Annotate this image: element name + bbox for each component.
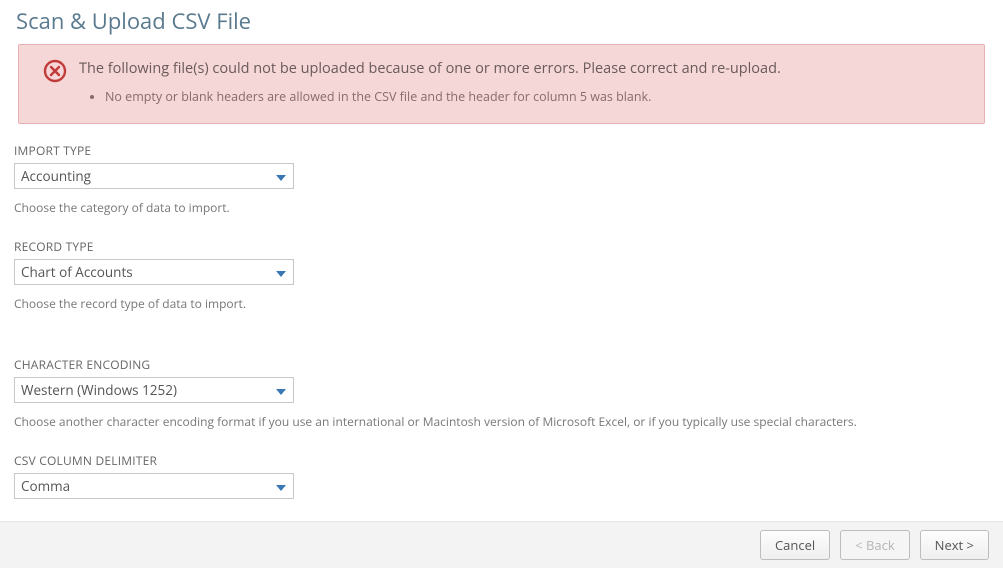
encoding-field: CHARACTER ENCODING Western (Windows 1252… (14, 356, 993, 430)
alert-detail-item: No empty or blank headers are allowed in… (105, 88, 966, 107)
record-type-help: Choose the record type of data to import… (14, 295, 993, 312)
encoding-label: CHARACTER ENCODING (14, 356, 993, 373)
delimiter-select[interactable]: Comma (14, 473, 294, 499)
record-type-field: RECORD TYPE Chart of Accounts Choose the… (14, 238, 993, 312)
error-alert: The following file(s) could not be uploa… (18, 44, 985, 124)
record-type-label: RECORD TYPE (14, 238, 993, 255)
import-type-help: Choose the category of data to import. (14, 199, 993, 216)
back-button: < Back (840, 530, 910, 560)
wizard-footer: Cancel < Back Next > (0, 521, 1003, 568)
encoding-select[interactable]: Western (Windows 1252) (14, 377, 294, 403)
import-type-label: IMPORT TYPE (14, 142, 993, 159)
page-title: Scan & Upload CSV File (10, 0, 993, 44)
import-type-select[interactable]: Accounting (14, 163, 294, 189)
next-button[interactable]: Next > (920, 530, 989, 560)
error-icon (43, 59, 67, 87)
encoding-help: Choose another character encoding format… (14, 413, 993, 430)
record-type-select[interactable]: Chart of Accounts (14, 259, 294, 285)
delimiter-field: CSV COLUMN DELIMITER Comma (14, 452, 993, 499)
import-type-field: IMPORT TYPE Accounting Choose the catego… (14, 142, 993, 216)
cancel-button[interactable]: Cancel (760, 530, 830, 560)
delimiter-label: CSV COLUMN DELIMITER (14, 452, 993, 469)
alert-message: The following file(s) could not be uploa… (79, 59, 966, 78)
